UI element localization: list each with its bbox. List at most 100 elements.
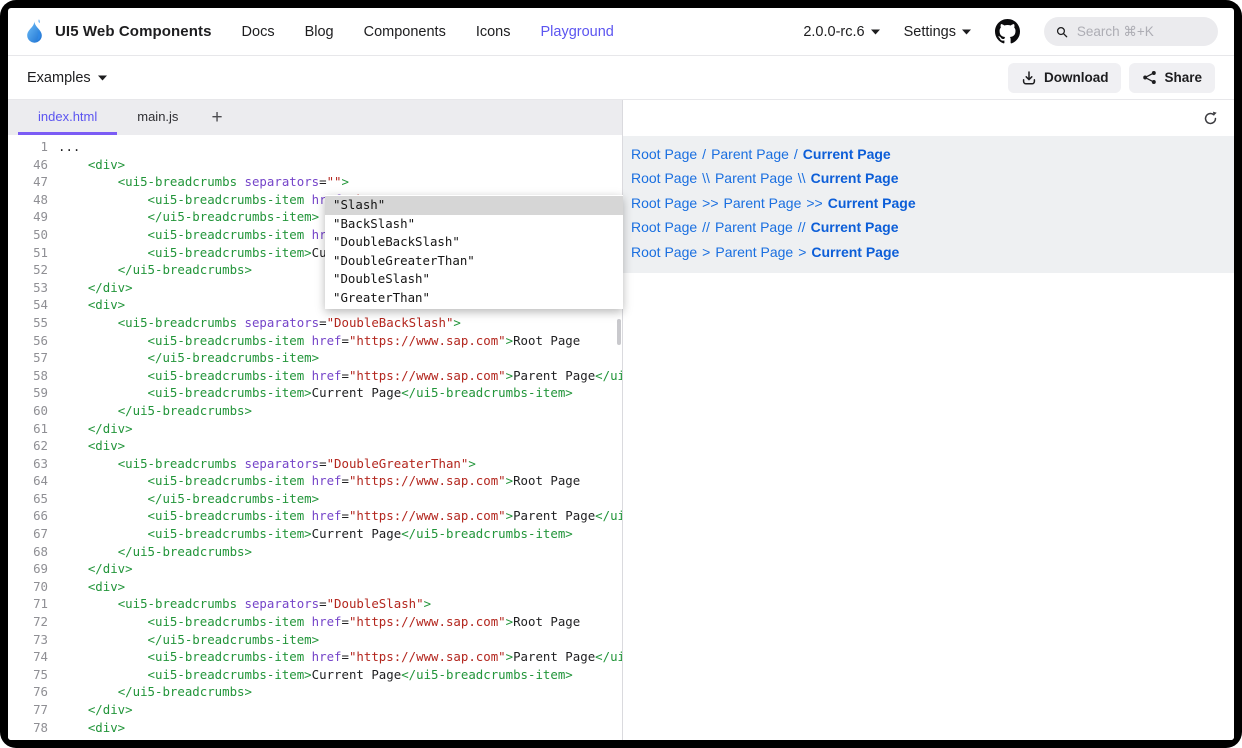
search-input[interactable] xyxy=(1075,23,1206,40)
breadcrumb-separator: // xyxy=(798,219,806,235)
app-page: UI5 Web Components Docs Blog Components Ico… xyxy=(8,8,1234,740)
line-content: </div> xyxy=(48,701,133,719)
github-icon xyxy=(995,19,1020,44)
line-number: 76 xyxy=(8,683,48,701)
code-line: 47 <ui5-breadcrumbs separators=""> xyxy=(8,173,622,191)
code-line: 56 <ui5-breadcrumbs-item href="https://w… xyxy=(8,332,622,350)
line-number: 60 xyxy=(8,402,48,420)
autocomplete-option[interactable]: "BackSlash" xyxy=(325,215,623,234)
code-line: 64 <ui5-breadcrumbs-item href="https://w… xyxy=(8,472,622,490)
download-icon xyxy=(1021,70,1037,86)
breadcrumb-link[interactable]: Parent Page xyxy=(724,195,802,211)
code-line: 68 </ui5-breadcrumbs> xyxy=(8,543,622,561)
share-icon xyxy=(1142,70,1157,85)
code-line: 77 </div> xyxy=(8,701,622,719)
breadcrumb-current-page: Current Page xyxy=(828,195,916,211)
settings-label: Settings xyxy=(904,24,956,40)
line-content: <ui5-breadcrumbs-item>Current Page</ui5-… xyxy=(48,666,573,684)
preview-pane: Root Page/Parent Page/Current PageRoot P… xyxy=(623,100,1234,740)
line-content: ... xyxy=(48,138,80,156)
code-line: 58 <ui5-breadcrumbs-item href="https://w… xyxy=(8,367,622,385)
code-line: 74 <ui5-breadcrumbs-item href="https://w… xyxy=(8,648,622,666)
breadcrumb-link[interactable]: Parent Page xyxy=(715,244,793,260)
autocomplete-option[interactable]: "DoubleSlash" xyxy=(325,270,623,289)
toolbar-actions: Download Share xyxy=(1008,63,1215,93)
autocomplete-option[interactable]: "DoubleBackSlash" xyxy=(325,233,623,252)
line-content: <ui5-breadcrumbs-item href="https://www.… xyxy=(48,613,580,631)
editor-tab[interactable]: main.js xyxy=(117,100,198,135)
line-number: 46 xyxy=(8,156,48,174)
refresh-icon xyxy=(1203,111,1218,126)
editor-tab[interactable]: index.html xyxy=(18,100,117,135)
line-number: 77 xyxy=(8,701,48,719)
breadcrumb-link[interactable]: Parent Page xyxy=(715,170,793,186)
code-line: 61 </div> xyxy=(8,420,622,438)
line-content: <div> xyxy=(48,437,125,455)
line-content: </ui5-breadcrumbs-item> xyxy=(48,349,319,367)
chevron-down-icon xyxy=(871,29,880,35)
line-number: 69 xyxy=(8,560,48,578)
line-content: <ui5-breadcrumbs separators="DoubleGreat… xyxy=(48,455,476,473)
autocomplete-option[interactable]: "Slash" xyxy=(325,196,623,215)
code-line: 59 <ui5-breadcrumbs-item>Current Page</u… xyxy=(8,384,622,402)
breadcrumb-link[interactable]: Root Page xyxy=(631,195,697,211)
settings-menu[interactable]: Settings xyxy=(904,24,971,40)
line-number: 62 xyxy=(8,437,48,455)
code-line: 55 <ui5-breadcrumbs separators="DoubleBa… xyxy=(8,314,622,332)
breadcrumb-link[interactable]: Root Page xyxy=(631,146,697,162)
breadcrumb: Root Page//Parent Page//Current Page xyxy=(631,215,1224,239)
line-number: 73 xyxy=(8,631,48,649)
breadcrumb-current-page: Current Page xyxy=(803,146,891,162)
version-menu[interactable]: 2.0.0-rc.6 xyxy=(803,24,879,40)
breadcrumb-link[interactable]: Parent Page xyxy=(711,146,789,162)
line-number: 67 xyxy=(8,525,48,543)
brand-home-link[interactable]: UI5 Web Components xyxy=(24,18,212,45)
autocomplete-option[interactable]: "DoubleGreaterThan" xyxy=(325,252,623,271)
line-number: 65 xyxy=(8,490,48,508)
breadcrumb: Root Page/Parent Page/Current Page xyxy=(631,142,1224,166)
breadcrumb: Root Page\\Parent Page\\Current Page xyxy=(631,166,1224,190)
nav-link[interactable]: Docs xyxy=(242,24,275,40)
breadcrumb-link[interactable]: Parent Page xyxy=(715,219,793,235)
autocomplete-option[interactable]: "GreaterThan" xyxy=(325,289,623,308)
breadcrumb-link[interactable]: Root Page xyxy=(631,219,697,235)
line-content: </ui5-breadcrumbs> xyxy=(48,683,252,701)
line-content: </ui5-breadcrumbs-item> xyxy=(48,490,319,508)
line-number: 72 xyxy=(8,613,48,631)
breadcrumb-separator: // xyxy=(702,219,710,235)
code-line: 60 </ui5-breadcrumbs> xyxy=(8,402,622,420)
breadcrumb-separator: > xyxy=(702,244,710,260)
line-number: 50 xyxy=(8,226,48,244)
code-line: 69 </div> xyxy=(8,560,622,578)
code-line: 73 </ui5-breadcrumbs-item> xyxy=(8,631,622,649)
editor-scrollbar-thumb[interactable] xyxy=(617,319,621,345)
line-number: 47 xyxy=(8,173,48,191)
line-number: 66 xyxy=(8,507,48,525)
code-line: 65 </ui5-breadcrumbs-item> xyxy=(8,490,622,508)
nav-link[interactable]: Components xyxy=(364,24,446,40)
line-number: 61 xyxy=(8,420,48,438)
nav-link[interactable]: Icons xyxy=(476,24,511,40)
code-line: 63 <ui5-breadcrumbs separators="DoubleGr… xyxy=(8,455,622,473)
breadcrumb-link[interactable]: Root Page xyxy=(631,244,697,260)
download-button[interactable]: Download xyxy=(1008,63,1122,93)
chevron-down-icon xyxy=(962,29,971,35)
preview-toolbar xyxy=(623,100,1234,136)
line-number: 64 xyxy=(8,472,48,490)
add-tab-button[interactable]: + xyxy=(198,100,235,135)
line-content: </ui5-breadcrumbs> xyxy=(48,261,252,279)
nav-link[interactable]: Playground xyxy=(541,24,614,40)
breadcrumb-link[interactable]: Root Page xyxy=(631,170,697,186)
line-number: 68 xyxy=(8,543,48,561)
line-content: <ui5-breadcrumbs-item href="https://www.… xyxy=(48,507,622,525)
examples-menu[interactable]: Examples xyxy=(27,70,107,86)
line-content: <ui5-breadcrumbs separators="DoubleBackS… xyxy=(48,314,461,332)
github-link[interactable] xyxy=(995,19,1020,44)
editor-tabbar: index.htmlmain.js + xyxy=(8,100,622,135)
nav-link[interactable]: Blog xyxy=(305,24,334,40)
line-number: 55 xyxy=(8,314,48,332)
breadcrumb-separator: \\ xyxy=(798,170,806,186)
refresh-button[interactable] xyxy=(1203,111,1218,126)
share-button[interactable]: Share xyxy=(1129,63,1215,93)
editor-tabs: index.htmlmain.js xyxy=(18,100,198,135)
